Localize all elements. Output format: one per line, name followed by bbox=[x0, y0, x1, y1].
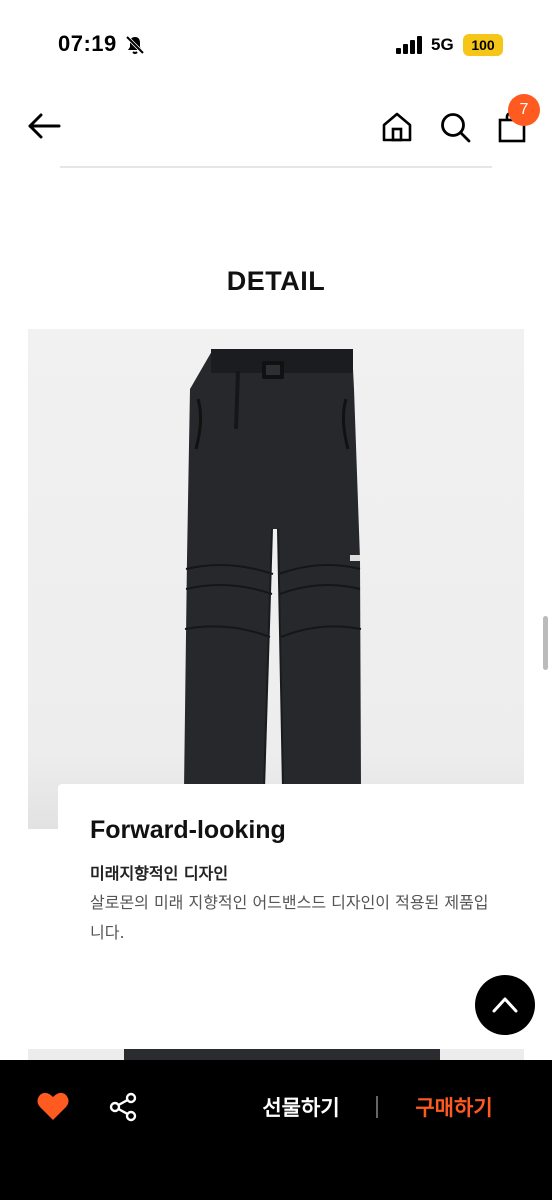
feature-description: 살로몬의 미래 지향적인 어드밴스드 디자인이 적용된 제품입니다. bbox=[90, 893, 489, 942]
nav-header: 7 bbox=[0, 90, 552, 168]
product-detail-page: 07:19 5G 100 7 DETAIL Forward-looking 미래… bbox=[0, 0, 552, 1200]
header-divider bbox=[60, 166, 492, 168]
gift-button[interactable]: 선물하기 bbox=[246, 1090, 356, 1126]
section-title: DETAIL bbox=[226, 266, 326, 296]
battery-level: 100 bbox=[463, 34, 503, 56]
status-time: 07:19 bbox=[58, 31, 117, 56]
signal-icon bbox=[396, 36, 422, 54]
bottom-action-bar: 선물하기 구매하기 bbox=[0, 1060, 552, 1200]
product-image bbox=[28, 329, 524, 829]
pants-illustration bbox=[184, 349, 362, 790]
scroll-indicator[interactable] bbox=[543, 616, 548, 670]
back-arrow-icon[interactable] bbox=[26, 110, 62, 142]
status-bar: 07:19 5G 100 bbox=[0, 0, 552, 90]
search-icon[interactable] bbox=[438, 110, 472, 144]
network-type: 5G bbox=[431, 35, 454, 54]
bell-off-icon bbox=[125, 35, 145, 55]
scroll-to-top-button[interactable] bbox=[475, 975, 535, 1035]
feature-title: Forward-looking bbox=[90, 816, 286, 844]
heart-icon[interactable] bbox=[36, 1090, 70, 1122]
next-product-image bbox=[28, 1049, 524, 1060]
feature-subtitle: 미래지향적인 디자인 bbox=[90, 864, 229, 883]
cart-count-badge: 7 bbox=[508, 94, 540, 126]
share-icon[interactable] bbox=[108, 1092, 138, 1122]
feature-card: Forward-looking 미래지향적인 디자인 살로몬의 미래 지향적인 … bbox=[58, 784, 552, 1064]
chevron-up-icon bbox=[492, 997, 518, 1013]
buy-button[interactable]: 구매하기 bbox=[400, 1090, 508, 1126]
home-icon[interactable] bbox=[380, 110, 414, 144]
bar-divider bbox=[376, 1096, 378, 1118]
